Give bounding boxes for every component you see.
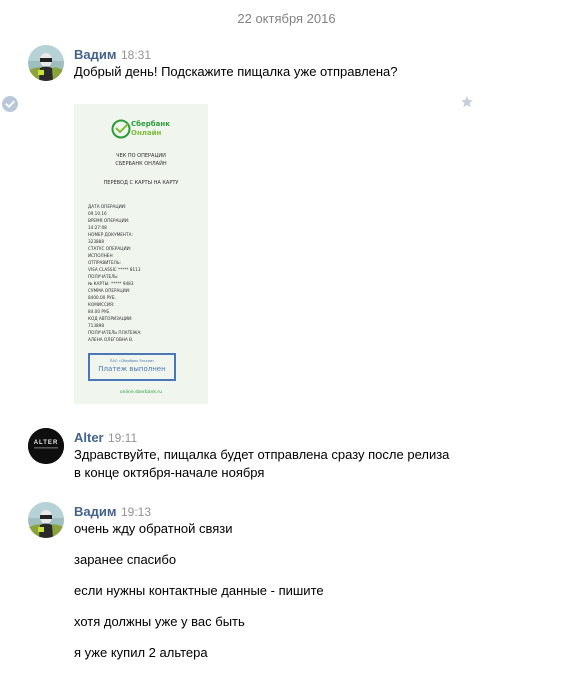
- star-icon[interactable]: [460, 95, 474, 109]
- message-text: если нужны контактные данные - пишите: [74, 583, 324, 598]
- receipt-field: 8400.00 РУБ.: [88, 295, 116, 300]
- receipt-field: 713898: [88, 323, 104, 328]
- receipt-field: ОТПРАВИТЕЛЬ:: [88, 260, 122, 265]
- receipt-field: ДАТА ОПЕРАЦИИ:: [88, 204, 127, 209]
- receipt-field: 323888: [88, 239, 104, 244]
- message-text: очень жду обратной связи: [74, 521, 233, 536]
- message-time[interactable]: 18:31: [121, 48, 151, 62]
- receipt-field: СТАТУС ОПЕРАЦИИ:: [88, 246, 132, 251]
- receipt-field: ИСПОЛНЕН: [88, 253, 113, 258]
- message-author[interactable]: Alter: [74, 430, 104, 445]
- alter-logo-icon: [28, 428, 64, 464]
- receipt-field: АЛЕНА ОЛЕГОВНА В.: [88, 337, 134, 342]
- receipt-operation: ПЕРЕВОД С КАРТЫ НА КАРТУ: [103, 180, 179, 186]
- message-author[interactable]: Вадим: [74, 504, 116, 519]
- message-text: Здравствуйте, пищалка будет отправлена с…: [74, 447, 450, 462]
- receipt-field: № КАРТЫ: ***** 9483: [88, 281, 134, 286]
- receipt-field: ПОЛУЧАТЕЛЬ ПЛАТЕЖА:: [88, 330, 142, 335]
- receipt-title-1: ЧЕК ПО ОПЕРАЦИИ: [116, 153, 166, 159]
- message-time[interactable]: 19:11: [108, 431, 137, 445]
- avatar-alter[interactable]: ALTER: [28, 428, 64, 464]
- receipt-site: online.sberbank.ru: [119, 390, 163, 395]
- message-author[interactable]: Вадим: [74, 47, 116, 62]
- message-text: я уже купил 2 альтера: [74, 645, 208, 660]
- message-text: хотя должны уже у вас быть: [74, 614, 245, 629]
- receipt-field: 14:27:08: [88, 225, 107, 230]
- brand-subname: Онлайн: [131, 129, 162, 137]
- stamp-bank: ПАО «Сбербанк России»: [109, 359, 155, 363]
- stamp-status: Платеж выполнен: [98, 365, 166, 373]
- receipt-title-2: СБЕРБАНК ОНЛАЙН: [115, 161, 167, 167]
- brand-name: Сбербанк: [131, 120, 170, 128]
- payment-stamp: ПАО «Сбербанк России» Платеж выполнен: [88, 353, 176, 381]
- receipt-field: ВРЕМЯ ОПЕРАЦИИ:: [88, 218, 130, 223]
- receipt-field: КОД АВТОРИЗАЦИИ:: [88, 316, 133, 321]
- message-text: в конце октября-начале ноября: [74, 465, 265, 480]
- message-text: Добрый день! Подскажите пищалка уже отпр…: [74, 64, 398, 79]
- check-circle-icon[interactable]: [2, 96, 18, 112]
- avatar-vadim[interactable]: [28, 45, 64, 81]
- receipt-field: НОМЕР ДОКУМЕНТА:: [88, 232, 133, 237]
- receipt-field: КОМИССИЯ:: [88, 302, 115, 307]
- alter-logo-text: ALTER: [33, 440, 59, 446]
- avatar-vadim[interactable]: [28, 502, 64, 538]
- receipt-field: ПОЛУЧАТЕЛЬ:: [88, 274, 119, 279]
- message-text: заранее спасибо: [74, 552, 177, 567]
- receipt-field: 09.10.16: [88, 211, 107, 216]
- date-separator: 22 октября 2016: [237, 11, 336, 26]
- receipt-field: СУММА ОПЕРАЦИИ:: [88, 288, 131, 293]
- receipt-field: VISA CLASSIC ***** 8113: [88, 267, 141, 272]
- receipt-image[interactable]: Сбербанк Онлайн ЧЕК ПО ОПЕРАЦИИ СБЕРБАНК…: [74, 104, 208, 404]
- receipt-field: 84.00 РУБ.: [88, 309, 111, 314]
- message-time[interactable]: 19:13: [121, 505, 151, 519]
